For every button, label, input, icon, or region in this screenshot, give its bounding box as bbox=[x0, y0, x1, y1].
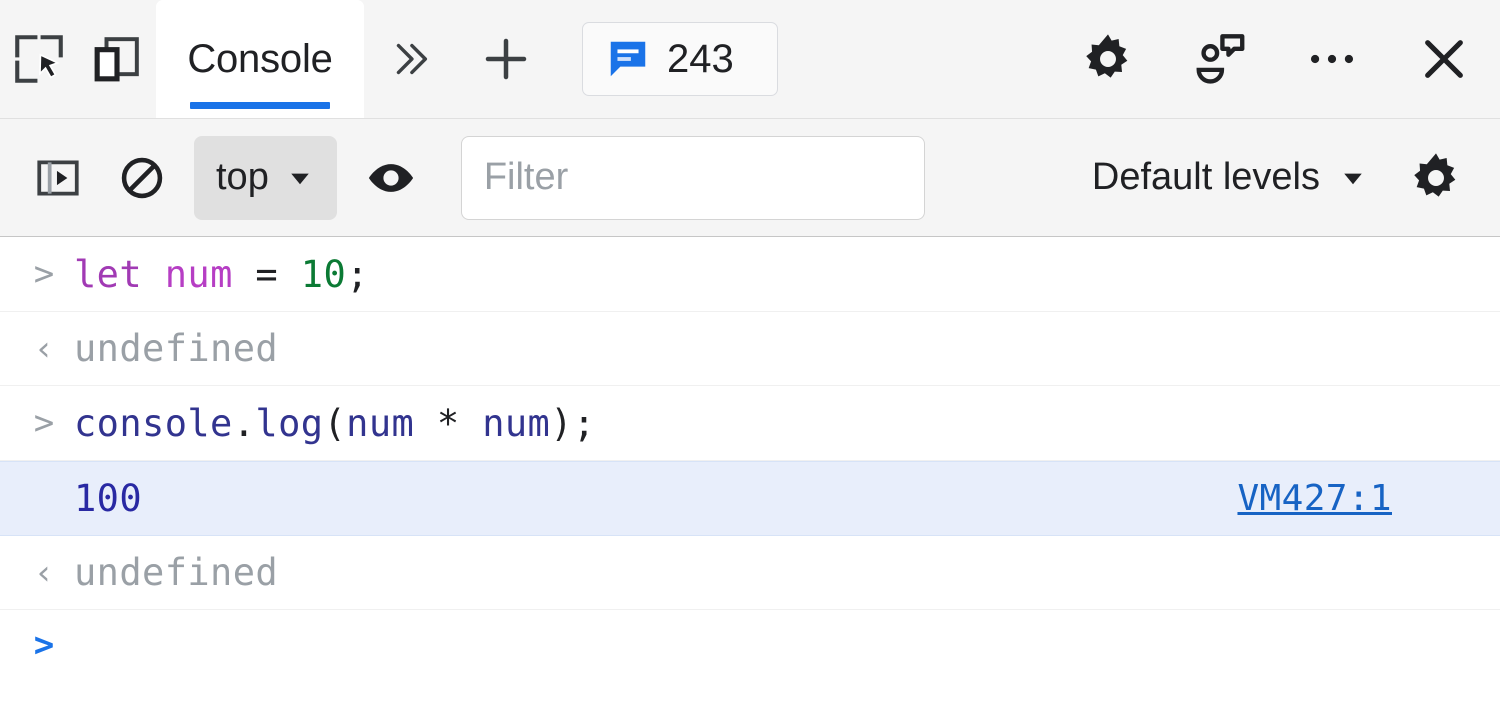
token-method: log bbox=[255, 401, 324, 445]
inspect-element-glyph bbox=[15, 35, 63, 83]
console-sidebar-icon bbox=[37, 160, 79, 195]
devtools-tabbar: Console 243 bbox=[0, 0, 1500, 119]
token-semicolon: ; bbox=[346, 252, 369, 296]
message-bubble-icon bbox=[610, 41, 646, 77]
close-devtools-button[interactable] bbox=[1388, 31, 1500, 87]
tabbar-spacer bbox=[778, 0, 1052, 118]
message-count-value: 243 bbox=[667, 36, 734, 81]
execution-context-selector[interactable]: top bbox=[194, 135, 337, 220]
log-levels-selector[interactable]: Default levels bbox=[1092, 156, 1368, 199]
token-paren-open: ( bbox=[323, 401, 347, 445]
console-result-value: undefined bbox=[74, 551, 279, 594]
console-settings-button[interactable] bbox=[1394, 136, 1478, 220]
gear-icon bbox=[1414, 152, 1456, 197]
console-row-log-output[interactable]: 100 VM427:1 bbox=[0, 461, 1500, 536]
console-input-expression: let num = 10; bbox=[74, 253, 369, 296]
tab-console-label: Console bbox=[187, 36, 333, 81]
result-arrow-icon: ‹ bbox=[33, 552, 55, 593]
close-icon bbox=[1425, 40, 1463, 78]
clear-console-icon bbox=[121, 157, 163, 198]
token-keyword: let bbox=[74, 252, 143, 296]
tab-console[interactable]: Console bbox=[156, 0, 364, 118]
log-levels-label: Default levels bbox=[1091, 156, 1320, 198]
source-location-link[interactable]: VM427:1 bbox=[1237, 478, 1392, 519]
console-message-list[interactable]: > let num = 10; ‹ undefined > console.lo… bbox=[0, 237, 1500, 713]
more-tabs-button[interactable] bbox=[364, 0, 456, 118]
console-row-result[interactable]: ‹ undefined bbox=[0, 536, 1500, 610]
filter-input[interactable]: Filter bbox=[460, 135, 925, 220]
console-row-result[interactable]: ‹ undefined bbox=[0, 312, 1500, 386]
console-row-input[interactable]: > console.log(num * num); bbox=[0, 386, 1500, 461]
token-variable: num bbox=[346, 401, 415, 445]
token-dot: . bbox=[232, 401, 256, 445]
console-sidebar-toggle[interactable] bbox=[16, 136, 100, 220]
clear-console-button[interactable] bbox=[100, 136, 184, 220]
device-toolbar-glyph bbox=[94, 37, 139, 82]
token-variable: num bbox=[482, 401, 551, 445]
devtools-panel: Console 243 top Filter Default levels > … bbox=[0, 0, 1500, 713]
three-dots-icon bbox=[1310, 54, 1354, 64]
more-options-button[interactable] bbox=[1276, 30, 1388, 88]
console-prompt-row[interactable]: > bbox=[0, 610, 1500, 680]
device-toolbar-icon[interactable] bbox=[78, 0, 156, 118]
token-operator: * bbox=[414, 401, 483, 445]
eye-icon bbox=[368, 163, 413, 192]
console-log-value: 100 bbox=[74, 477, 143, 520]
console-row-input[interactable]: > let num = 10; bbox=[0, 237, 1500, 312]
console-result-value: undefined bbox=[74, 327, 279, 370]
gear-icon bbox=[1086, 34, 1128, 78]
settings-button[interactable] bbox=[1052, 30, 1164, 88]
active-prompt-icon: > bbox=[33, 625, 55, 665]
tabbar-right-actions bbox=[1052, 0, 1500, 118]
tab-console-active-indicator bbox=[190, 102, 330, 109]
message-count-badge[interactable]: 243 bbox=[582, 22, 778, 96]
live-expression-button[interactable] bbox=[349, 136, 433, 220]
chevron-down-icon bbox=[291, 173, 309, 184]
inspect-element-icon[interactable] bbox=[0, 0, 78, 118]
chevron-down-icon bbox=[1344, 173, 1362, 184]
token-operator: = bbox=[232, 252, 301, 296]
add-tab-button[interactable] bbox=[456, 0, 556, 118]
feedback-icon bbox=[1196, 34, 1245, 84]
token-number: 10 bbox=[300, 252, 347, 296]
chevron-double-right-icon bbox=[396, 43, 428, 75]
console-filter-toolbar: top Filter Default levels bbox=[0, 119, 1500, 237]
console-input-expression: console.log(num * num); bbox=[74, 402, 596, 445]
filter-input-placeholder: Filter bbox=[483, 156, 569, 198]
input-prompt-icon: > bbox=[33, 403, 55, 443]
token-object: console bbox=[74, 401, 233, 445]
feedback-button[interactable] bbox=[1164, 30, 1276, 88]
input-prompt-icon: > bbox=[33, 254, 55, 294]
token-variable: num bbox=[164, 252, 233, 296]
token-paren-close: ); bbox=[550, 401, 596, 445]
execution-context-label: top bbox=[216, 156, 269, 198]
result-arrow-icon: ‹ bbox=[33, 328, 55, 369]
plus-icon bbox=[485, 38, 527, 80]
